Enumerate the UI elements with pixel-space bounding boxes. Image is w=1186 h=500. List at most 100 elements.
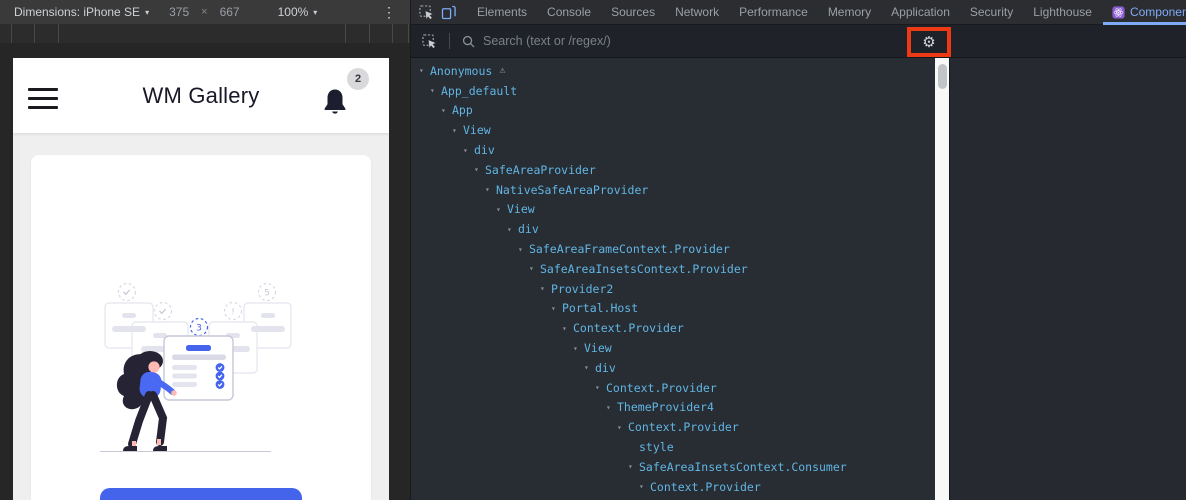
tab-elements[interactable]: Elements [467,0,537,25]
expand-arrow-icon[interactable]: ▾ [485,185,496,194]
tree-row-view[interactable]: ▾ View [411,200,935,220]
search-icon [460,33,477,50]
expand-arrow-icon[interactable]: ▾ [430,86,441,95]
tab-label: Memory [827,5,872,19]
component-name: div [518,222,539,237]
screenshot-root: Dimensions: iPhone SE ▾ 375 × 667 100% ▾… [0,0,1186,500]
tab-lighthouse[interactable]: Lighthouse [1023,0,1102,25]
expand-arrow-icon[interactable]: ▾ [639,482,650,491]
component-name: SafeAreaProvider [485,162,596,177]
tab-console[interactable]: Console [537,0,601,25]
tree-row-safeareaprovider[interactable]: ▾ SafeAreaProvider [411,160,935,180]
devtools-pane: Elements Console Sources Network Performance… [410,0,1186,500]
tree-row-context.provider[interactable]: ▾ Context.Provider [411,417,935,437]
bell-icon [324,89,346,114]
device-ruler [0,24,410,43]
toolbar-divider [449,33,450,49]
component-name: Portal.Host [562,301,639,316]
primary-button[interactable] [100,488,302,500]
dropdown-arrow-icon: ▾ [145,7,150,17]
tree-row-app_default[interactable]: ▾ App_default [411,81,935,101]
react-icon [1112,5,1125,19]
tab-network[interactable]: Network [665,0,729,25]
tree-row-portal.host[interactable]: ▾ Portal.Host [411,299,935,319]
scrollbar-thumb[interactable] [937,64,947,89]
device-height-field[interactable]: 667 [220,5,240,19]
device-toolbar-icon[interactable] [441,4,456,21]
expand-arrow-icon[interactable]: ▾ [496,205,507,214]
expand-arrow-icon[interactable]: ▾ [617,423,628,432]
tree-row-nativesafeareaprovider[interactable]: ▾ NativeSafeAreaProvider [411,180,935,200]
device-width-field[interactable]: 375 [169,5,189,19]
tab-memory[interactable]: Memory [818,0,881,25]
expand-arrow-icon[interactable]: ▾ [573,344,584,353]
svg-text:3: 3 [196,323,202,333]
dimensions-dropdown[interactable]: Dimensions: iPhone SE ▾ [14,5,149,19]
tree-row-view[interactable]: ▾ View [411,338,935,358]
expand-arrow-icon[interactable]: ▾ [540,284,551,293]
component-name: SafeAreaInsetsContext.Provider [540,261,748,276]
devtools-tab-bar: Elements Console Sources Network Performance… [411,0,1186,25]
component-name: div [474,143,495,158]
gear-icon[interactable]: ⚙ [922,35,935,50]
tree-row-provider2[interactable]: ▾ Provider2 [411,279,935,299]
tab-label: Sources [611,5,656,19]
tree-row-safeareainsetscontext.consumer[interactable]: ▾ SafeAreaInsetsContext.Consumer [411,457,935,477]
hamburger-menu-icon[interactable] [28,88,58,109]
expand-arrow-icon[interactable]: ▾ [452,126,463,135]
kebab-menu-icon[interactable]: ⋮ [382,4,396,21]
tree-row-view[interactable]: ▾ View [411,120,935,140]
expand-arrow-icon[interactable]: ▾ [419,66,430,75]
select-component-icon[interactable] [421,33,438,50]
tab-performance[interactable]: Performance [729,0,818,25]
components-search-bar: ⚙ [411,25,1186,58]
dimensions-label: Dimensions: iPhone SE [14,5,141,19]
component-name: style [639,440,674,455]
expand-arrow-icon[interactable]: ▾ [595,383,606,392]
expand-arrow-icon[interactable]: ▾ [584,363,595,372]
tree-row-context.provider[interactable]: ▾ Context.Provider [411,378,935,398]
component-name: View [507,202,535,217]
inspect-element-icon[interactable] [419,4,434,21]
tab-security[interactable]: Security [960,0,1023,25]
tab-label: Lighthouse [1033,5,1092,19]
dropdown-arrow-icon: ▾ [313,7,318,17]
tab-application[interactable]: Application [881,0,960,25]
tree-row-themeprovider4[interactable]: ▾ ThemeProvider4 [411,398,935,418]
tab-components[interactable]: Components [1102,0,1186,25]
tree-row-style[interactable]: ▾style [411,437,935,457]
tree-row-anonymous[interactable]: ▾ Anonymous ⚠ [411,61,935,81]
component-name: SafeAreaInsetsContext.Consumer [639,459,847,474]
annotation-highlight-box: ⚙ [907,27,951,57]
expand-arrow-icon[interactable]: ▾ [441,106,452,115]
tree-row-div[interactable]: ▾ div [411,358,935,378]
expand-arrow-icon[interactable]: ▾ [551,304,562,313]
notifications-button[interactable]: 2 [318,66,374,124]
expand-arrow-icon[interactable]: ▾ [606,403,617,412]
svg-text:5: 5 [264,288,270,298]
tree-row-app[interactable]: ▾ App [411,101,935,121]
expand-arrow-icon[interactable]: ▾ [463,146,474,155]
tree-row-div[interactable]: ▾ div [411,140,935,160]
scrollbar-track[interactable] [935,58,949,500]
tree-row-safeareaframecontext.provider[interactable]: ▾ SafeAreaFrameContext.Provider [411,239,935,259]
expand-arrow-icon[interactable]: ▾ [562,324,573,333]
tree-row-div[interactable]: ▾ div [411,219,935,239]
tree-row-context.provider[interactable]: ▾ Context.Provider [411,318,935,338]
tab-label: Application [891,5,950,19]
component-name: Context.Provider [650,479,761,494]
content-card: ! 5 3 [31,155,371,500]
expand-arrow-icon[interactable]: ▾ [474,165,485,174]
component-name: NativeSafeAreaProvider [496,182,649,197]
tree-row-safeareainsetscontext.provider[interactable]: ▾ SafeAreaInsetsContext.Provider [411,259,935,279]
expand-arrow-icon[interactable]: ▾ [518,245,529,254]
device-toolbar: Dimensions: iPhone SE ▾ 375 × 667 100% ▾… [0,0,410,24]
svg-text:!: ! [231,307,235,317]
search-input[interactable] [483,34,803,48]
expand-arrow-icon[interactable]: ▾ [529,264,540,273]
expand-arrow-icon[interactable]: ▾ [507,225,518,234]
tree-row-context.provider[interactable]: ▾ Context.Provider [411,477,935,497]
zoom-dropdown[interactable]: 100% ▾ [278,5,318,19]
tab-sources[interactable]: Sources [601,0,665,25]
expand-arrow-icon[interactable]: ▾ [628,462,639,471]
